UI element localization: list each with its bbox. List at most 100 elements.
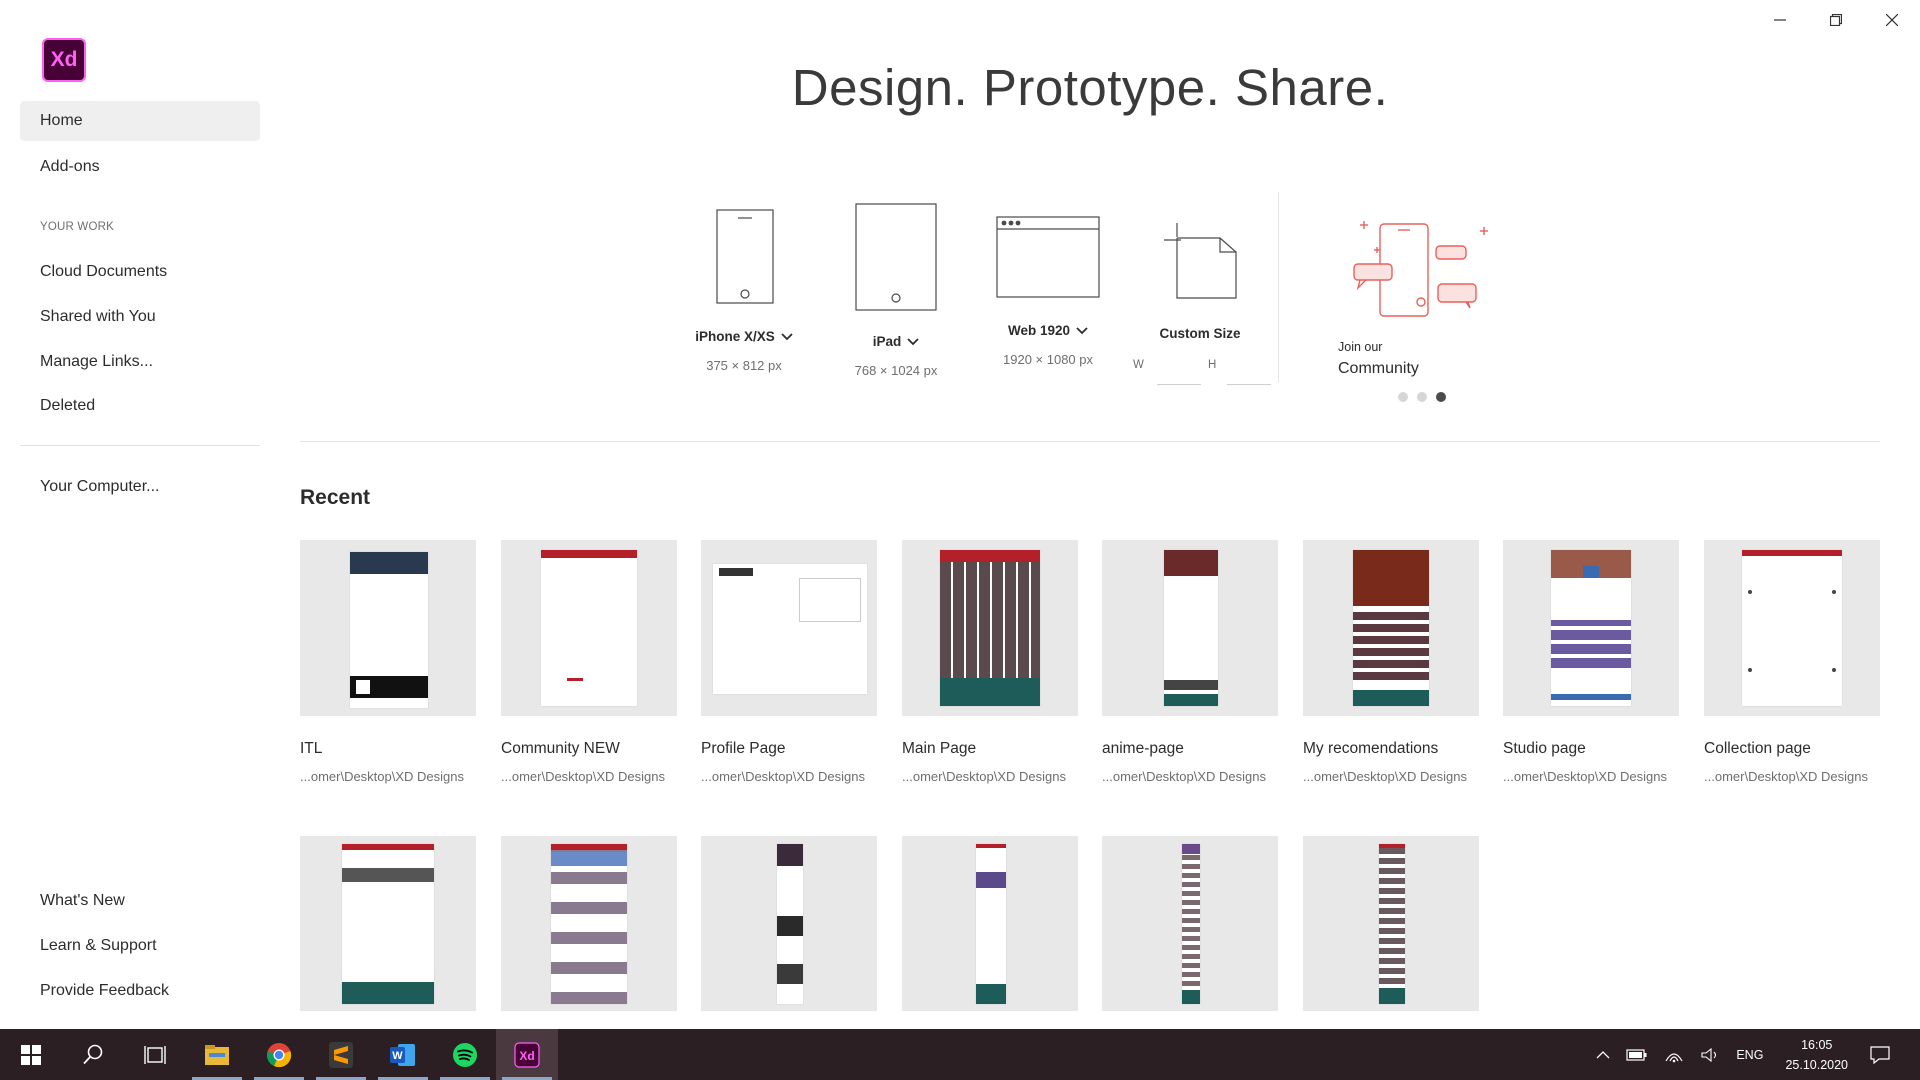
recent-card-my-recomendations[interactable]: My recomendations ...omer\Desktop\XD Des…	[1303, 540, 1479, 784]
close-button[interactable]	[1864, 0, 1920, 40]
card-thumbnail	[1303, 836, 1479, 1011]
sidebar-item-whats-new[interactable]: What's New	[20, 881, 260, 921]
card-title: My recomendations	[1303, 740, 1439, 757]
community-promo[interactable]: Join our Community	[1338, 340, 1419, 378]
card-thumbnail	[1704, 540, 1880, 716]
card-path: ...omer\Desktop\XD Designs	[1102, 769, 1267, 784]
card-thumbnail	[300, 540, 476, 716]
carousel-dot[interactable]	[1398, 392, 1408, 402]
search-button[interactable]	[62, 1029, 124, 1080]
recent-card-itl[interactable]: ITL ...omer\Desktop\XD Designs	[300, 540, 476, 784]
preset-custom-size[interactable]: Custom Size	[1140, 220, 1260, 341]
close-icon	[1886, 14, 1898, 26]
battery-status[interactable]	[1626, 1048, 1648, 1062]
sidebar: Xd Home Add-ons YOUR WORK Cloud Document…	[0, 0, 270, 1029]
recent-card-profile-page[interactable]: Profile Page ...omer\Desktop\XD Designs	[701, 540, 877, 784]
community-promo-small: Join our	[1338, 340, 1383, 354]
chevron-down-icon[interactable]	[907, 337, 919, 346]
volume-control[interactable]	[1700, 1047, 1720, 1063]
sidebar-item-shared-with-you[interactable]: Shared with You	[20, 297, 260, 337]
spotify-icon	[453, 1042, 477, 1067]
system-tray: ENG 16:05 25.10.2020	[1588, 1029, 1920, 1080]
svg-text:W: W	[392, 1050, 403, 1062]
card-thumbnail	[1102, 540, 1278, 716]
minimize-button[interactable]	[1752, 0, 1808, 40]
recent-card[interactable]	[1303, 836, 1479, 1011]
recent-card-collection-page[interactable]: Collection page ...omer\Desktop\XD Desig…	[1704, 540, 1880, 784]
preset-name: iPhone X/XS	[695, 329, 775, 344]
clock[interactable]: 16:05 25.10.2020	[1785, 1035, 1848, 1075]
clock-time: 16:05	[1801, 1037, 1833, 1052]
action-center-button[interactable]	[1870, 1045, 1890, 1064]
preset-name: Web 1920	[1007, 323, 1071, 338]
restore-button[interactable]	[1808, 0, 1864, 40]
recent-card[interactable]	[701, 836, 877, 1011]
search-icon	[83, 1044, 103, 1064]
taskbar-file-explorer[interactable]	[186, 1029, 248, 1080]
chevron-up-icon	[1596, 1050, 1610, 1058]
input-language[interactable]: ENG	[1736, 1048, 1763, 1062]
sidebar-item-home[interactable]: Home	[20, 101, 260, 141]
height-input[interactable]	[1227, 384, 1271, 385]
taskbar-spotify[interactable]	[434, 1029, 496, 1080]
card-thumbnail	[902, 836, 1078, 1011]
start-button[interactable]	[0, 1029, 62, 1080]
card-title: Studio page	[1503, 740, 1586, 757]
taskbar-sublime-text[interactable]	[310, 1029, 372, 1080]
adobe-xd-icon: Xd	[514, 1041, 540, 1068]
card-thumbnail	[1303, 540, 1479, 716]
preset-ipad[interactable]: iPad 768 × 1024 px	[836, 202, 956, 378]
tablet-icon	[855, 203, 937, 311]
width-input[interactable]	[1157, 384, 1201, 385]
task-view-button[interactable]	[124, 1029, 186, 1080]
preset-dims: 375 × 812 px	[706, 358, 782, 373]
chevron-down-icon[interactable]	[781, 332, 793, 341]
preset-name: iPad	[872, 334, 902, 349]
width-label: W	[1133, 359, 1144, 371]
word-icon: W	[390, 1043, 415, 1066]
recent-card-studio-page[interactable]: Studio page ...omer\Desktop\XD Designs	[1503, 540, 1679, 784]
preset-iphone[interactable]: iPhone X/XS 375 × 812 px	[684, 205, 804, 373]
card-path: ...omer\Desktop\XD Designs	[1503, 769, 1668, 784]
card-path: ...omer\Desktop\XD Designs	[902, 769, 1067, 784]
clock-date: 25.10.2020	[1785, 1057, 1848, 1072]
recent-card-community-new[interactable]: Community NEW ...omer\Desktop\XD Designs	[501, 540, 677, 784]
sidebar-item-provide-feedback[interactable]: Provide Feedback	[20, 971, 260, 1011]
card-path: ...omer\Desktop\XD Designs	[501, 769, 666, 784]
recent-card[interactable]	[902, 836, 1078, 1011]
sidebar-item-your-computer[interactable]: Your Computer...	[20, 467, 260, 507]
recent-card-anime-page[interactable]: anime-page ...omer\Desktop\XD Designs	[1102, 540, 1278, 784]
sidebar-item-cloud-documents[interactable]: Cloud Documents	[20, 252, 260, 292]
windows-start-icon	[21, 1044, 41, 1065]
preset-dims: 768 × 1024 px	[854, 363, 938, 378]
card-thumbnail	[701, 836, 877, 1011]
restore-icon	[1830, 14, 1842, 26]
sidebar-item-learn-support[interactable]: Learn & Support	[20, 926, 260, 966]
community-promo-title: Community	[1338, 360, 1419, 377]
taskbar-word[interactable]: W	[372, 1029, 434, 1080]
network-status[interactable]	[1664, 1047, 1684, 1063]
preset-web[interactable]: Web 1920 1920 × 1080 px	[988, 215, 1108, 367]
carousel-dot[interactable]	[1417, 392, 1427, 402]
sidebar-item-add-ons[interactable]: Add-ons	[20, 147, 260, 187]
sidebar-item-deleted[interactable]: Deleted	[20, 386, 260, 426]
card-title: Collection page	[1704, 740, 1811, 757]
content-divider	[300, 441, 1880, 442]
sidebar-item-manage-links[interactable]: Manage Links...	[20, 342, 260, 382]
notification-icon	[1870, 1045, 1890, 1064]
taskbar-adobe-xd[interactable]: Xd	[496, 1029, 558, 1080]
card-title: Main Page	[902, 740, 977, 757]
community-illustration[interactable]	[1348, 212, 1493, 324]
xd-home-window: Xd Home Add-ons YOUR WORK Cloud Document…	[0, 0, 1920, 1029]
recent-card[interactable]	[300, 836, 476, 1011]
show-hidden-icons[interactable]	[1596, 1050, 1610, 1060]
chevron-down-icon[interactable]	[1076, 326, 1088, 335]
recent-card[interactable]	[1102, 836, 1278, 1011]
recent-card[interactable]	[501, 836, 677, 1011]
carousel-dot-active[interactable]	[1436, 392, 1446, 402]
card-path: ...omer\Desktop\XD Designs	[701, 769, 866, 784]
windows-taskbar: W Xd ENG 16:05 25.10.2020	[0, 1029, 1920, 1080]
taskbar-chrome[interactable]	[248, 1029, 310, 1080]
carousel-dots	[1398, 392, 1446, 402]
recent-card-main-page[interactable]: Main Page ...omer\Desktop\XD Designs	[902, 540, 1078, 784]
